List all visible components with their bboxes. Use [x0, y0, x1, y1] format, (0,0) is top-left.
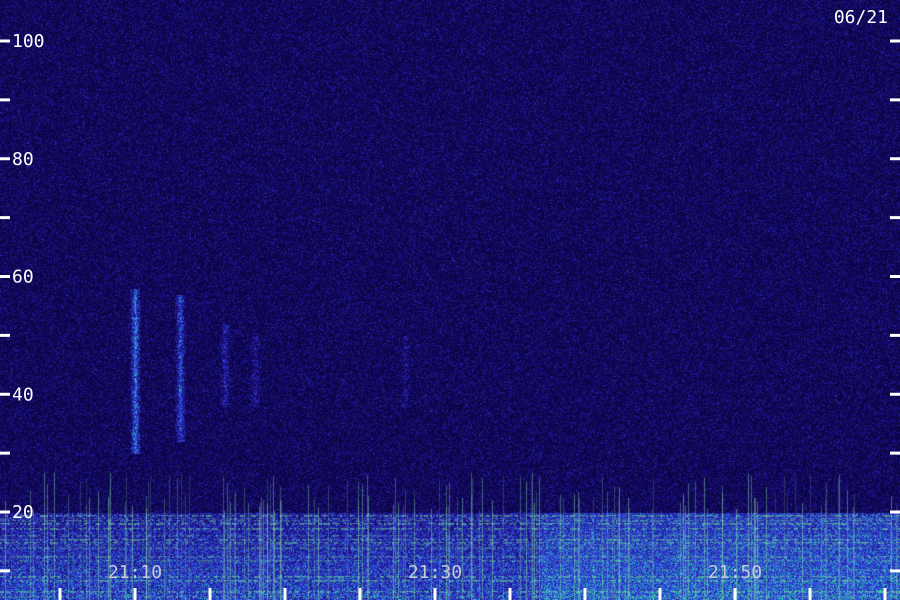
- x-axis: 21:10 21:30 21:50: [58, 562, 887, 600]
- x-tick-label: 21:30: [408, 562, 462, 583]
- y-tick-label: 60: [12, 267, 34, 288]
- y-tick-label: 20: [12, 502, 34, 523]
- y-axis: 20 40 60 80 100: [0, 31, 900, 573]
- x-tick-label: 21:50: [708, 562, 762, 583]
- y-tick-label: 80: [12, 149, 34, 170]
- axis-overlay: 20 40 60 80 100 21:10 21:30 21:50 06/21: [0, 7, 900, 600]
- date-label: 06/21: [834, 7, 888, 28]
- y-tick-label: 40: [12, 384, 34, 405]
- y-tick-label: 100: [12, 31, 45, 52]
- spectrogram-chart: 20 40 60 80 100 21:10 21:30 21:50 06/21: [0, 0, 900, 600]
- x-tick-label: 21:10: [108, 562, 162, 583]
